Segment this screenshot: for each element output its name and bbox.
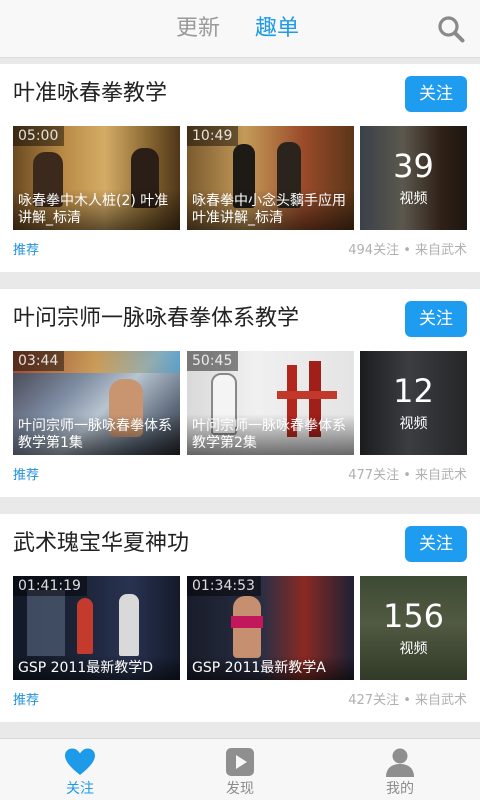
- follow-count-source: 427关注 • 来自武术: [348, 693, 467, 708]
- follow-count-source: 494关注 • 来自武术: [348, 243, 467, 258]
- nav-profile-label: 我的: [386, 781, 414, 797]
- nav-follow-label: 关注: [66, 781, 94, 797]
- follow-count-source: 477关注 • 来自武术: [348, 468, 467, 483]
- nav-discover-label: 发现: [226, 781, 254, 797]
- playlist-card[interactable]: 叶问宗师一脉咏春拳体系教学 关注 03:44 叶问宗师一脉咏春拳体系教学第1集 …: [0, 289, 480, 497]
- video-count: 39: [393, 147, 434, 185]
- tab-playlists[interactable]: 趣单: [255, 14, 299, 44]
- video-caption: 叶问宗师一脉咏春拳体系教学第2集: [187, 414, 354, 455]
- nav-profile[interactable]: 我的: [320, 739, 480, 800]
- recommend-tag[interactable]: 推荐: [13, 468, 39, 483]
- video-count: 12: [393, 372, 434, 410]
- video-caption: 咏春拳中小念头黐手应用 叶准讲解_标清: [187, 189, 354, 230]
- video-caption: 咏春拳中木人桩(2) 叶准讲解_标清: [13, 189, 180, 230]
- video-duration: 03:44: [13, 351, 65, 371]
- follow-button[interactable]: 关注: [405, 301, 467, 337]
- playlist-card[interactable]: 叶准咏春拳教学 关注 05:00 咏春拳中木人桩(2) 叶准讲解_标清 10:4…: [0, 64, 480, 272]
- tab-updates[interactable]: 更新: [176, 14, 220, 44]
- playlist-video-count-tile[interactable]: 156 视频: [360, 576, 467, 680]
- video-duration: 50:45: [187, 351, 239, 371]
- video-caption: GSP 2011最新教学D: [13, 656, 180, 680]
- card-footer: 推荐 427关注 • 来自武术: [13, 692, 467, 710]
- video-caption: GSP 2011最新教学A: [187, 656, 354, 680]
- nav-discover[interactable]: 发现: [160, 739, 320, 800]
- playlist-video-count-tile[interactable]: 12 视频: [360, 351, 467, 455]
- video-duration: 01:34:53: [187, 576, 261, 596]
- card-footer: 推荐 477关注 • 来自武术: [13, 467, 467, 485]
- heart-icon: [64, 747, 96, 777]
- video-count-unit: 视频: [399, 416, 428, 432]
- video-thumbnail[interactable]: 03:44 叶问宗师一脉咏春拳体系教学第1集: [13, 351, 180, 455]
- video-thumbnail[interactable]: 01:41:19 GSP 2011最新教学D: [13, 576, 180, 680]
- playlist-title[interactable]: 叶问宗师一脉咏春拳体系教学: [13, 304, 299, 334]
- playlist-card[interactable]: 武术瑰宝华夏神功 关注 01:41:19 GSP 2011最新教学D 01:34…: [0, 514, 480, 722]
- playlist-feed: 叶准咏春拳教学 关注 05:00 咏春拳中木人桩(2) 叶准讲解_标清 10:4…: [0, 64, 480, 739]
- video-thumbnail[interactable]: 01:34:53 GSP 2011最新教学A: [187, 576, 354, 680]
- playlist-video-count-tile[interactable]: 39 视频: [360, 126, 467, 230]
- search-icon[interactable]: [436, 14, 466, 44]
- recommend-tag[interactable]: 推荐: [13, 693, 39, 708]
- person-icon: [384, 747, 416, 777]
- playlist-title[interactable]: 叶准咏春拳教学: [13, 79, 167, 109]
- video-count-unit: 视频: [399, 641, 428, 657]
- video-thumbnail[interactable]: 05:00 咏春拳中木人桩(2) 叶准讲解_标清: [13, 126, 180, 230]
- video-thumbnail[interactable]: 10:49 咏春拳中小念头黐手应用 叶准讲解_标清: [187, 126, 354, 230]
- video-caption: 叶问宗师一脉咏春拳体系教学第1集: [13, 414, 180, 455]
- video-count: 156: [382, 597, 445, 635]
- bottom-navigation: 关注 发现 我的: [0, 738, 480, 800]
- top-bar: 更新 趣单: [0, 0, 480, 58]
- follow-button[interactable]: 关注: [405, 526, 467, 562]
- video-count-unit: 视频: [399, 191, 428, 207]
- video-thumbnail[interactable]: 50:45 叶问宗师一脉咏春拳体系教学第2集: [187, 351, 354, 455]
- video-duration: 01:41:19: [13, 576, 87, 596]
- video-duration: 05:00: [13, 126, 65, 146]
- recommend-tag[interactable]: 推荐: [13, 243, 39, 258]
- video-duration: 10:49: [187, 126, 239, 146]
- playlist-title[interactable]: 武术瑰宝华夏神功: [13, 529, 189, 559]
- card-footer: 推荐 494关注 • 来自武术: [13, 242, 467, 260]
- follow-button[interactable]: 关注: [405, 76, 467, 112]
- nav-follow[interactable]: 关注: [0, 739, 160, 800]
- play-icon: [224, 747, 256, 777]
